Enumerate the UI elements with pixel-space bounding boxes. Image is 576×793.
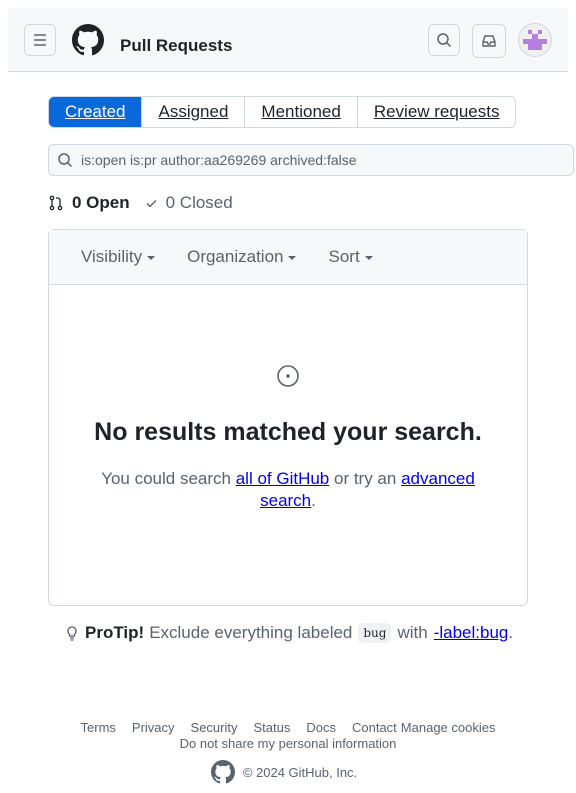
protip-with: with [397,623,428,642]
tab-created[interactable]: Created [49,97,142,127]
github-logo-icon[interactable] [210,760,235,784]
all-of-github-link[interactable]: all of GitHub [236,469,330,488]
closed-count-link[interactable]: 0 Closed [166,193,233,213]
state-toggle: 0 Open 0 Closed [48,193,233,213]
issue-opened-icon [277,365,299,387]
label-code: bug [358,623,392,643]
sort-dropdown[interactable]: Sort [328,247,372,267]
inbox-icon [482,35,496,47]
tab-review-requests[interactable]: Review requests [356,97,516,127]
search-icon [58,153,73,168]
footer-manage-cookies[interactable]: Manage cookies [401,720,496,735]
filter-bar: Visibility Organization Sort [49,230,527,285]
hamburger-icon [34,34,46,46]
avatar[interactable] [518,23,552,57]
search-input[interactable] [79,151,539,169]
search-icon [437,33,452,48]
menu-button[interactable] [24,24,56,56]
text: . [311,491,316,510]
footer-privacy[interactable]: Privacy [132,720,175,735]
results-box: Visibility Organization Sort No results … [48,229,528,606]
tab-mentioned[interactable]: Mentioned [244,97,356,127]
footer-security[interactable]: Security [191,720,238,735]
search-box [48,144,574,176]
footer-links: Terms Privacy Security Status Docs Contact Man… [0,720,576,735]
pr-filter-tabs: Created Assigned Mentioned Review reques… [48,96,517,128]
blankslate-heading: No results matched your search. [94,418,482,446]
footer-status[interactable]: Status [254,720,291,735]
footer-copyright: © 2024 GitHub, Inc. [0,760,576,784]
protip: ProTip! Exclude everything labeled bug w… [64,623,513,643]
open-count-link[interactable]: 0 Open [72,193,130,213]
light-bulb-icon [67,626,77,641]
search-button[interactable] [428,24,460,56]
label-bug-link[interactable]: -label:bug [434,623,509,643]
page-title: Pull Requests [120,36,233,55]
footer-terms[interactable]: Terms [81,720,116,735]
inbox-button[interactable] [472,24,506,58]
github-logo-icon[interactable] [72,24,104,56]
copyright-text: © 2024 GitHub, Inc. [242,764,358,780]
app-header: Pull Requests [8,8,568,72]
visibility-dropdown[interactable]: Visibility [81,247,155,267]
blankslate-text: You could search all of GitHub or try an… [89,468,487,512]
git-pull-request-icon [49,195,63,211]
protip-text: Exclude everything labeled [149,623,353,642]
check-icon [146,200,157,208]
protip-label: ProTip! [85,623,145,642]
text: . [508,623,514,642]
footer-contact[interactable]: Contact [352,720,397,735]
tab-assigned[interactable]: Assigned [141,97,244,127]
organization-dropdown[interactable]: Organization [187,247,296,267]
footer-docs[interactable]: Docs [306,720,336,735]
text: You could search [101,469,236,488]
footer-privacy-choice[interactable]: Do not share my personal information [0,736,576,751]
text: or try an [329,469,402,488]
